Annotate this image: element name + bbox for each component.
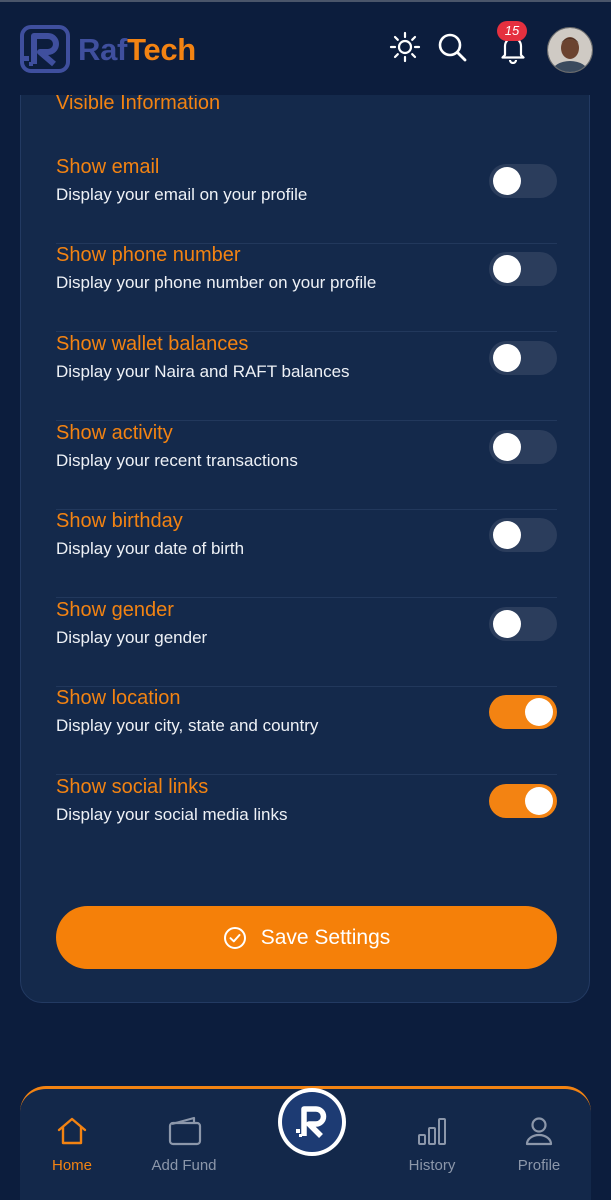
toggle-knob (493, 521, 521, 549)
app-header: RafTech 15 (0, 2, 611, 95)
toggle-knob (493, 167, 521, 195)
bottom-nav: Home Add Fund History Profile (20, 1086, 591, 1200)
setting-row-show-gender: Show gender Display your gender (56, 597, 557, 687)
setting-description: Display your phone number on your profil… (56, 273, 377, 292)
setting-title: Show birthday (56, 510, 183, 532)
setting-description: Display your recent transactions (56, 451, 298, 470)
toggle-knob (493, 344, 521, 372)
toggle-show-social-links[interactable] (489, 784, 557, 818)
setting-title: Show email (56, 156, 160, 178)
toggle-show-location[interactable] (489, 695, 557, 729)
home-icon (57, 1117, 87, 1145)
avatar-image (548, 28, 592, 72)
nav-label: Add Fund (151, 1157, 217, 1174)
setting-title: Show activity (56, 422, 173, 444)
setting-description: Display your Naira and RAFT balances (56, 362, 350, 381)
search-icon[interactable] (436, 31, 468, 63)
setting-description: Display your date of birth (56, 539, 245, 558)
save-settings-label: Save Settings (260, 925, 391, 949)
setting-row-show-social-links: Show social links Display your social me… (56, 774, 557, 863)
toggle-show-activity[interactable] (489, 430, 557, 464)
toggle-knob (493, 255, 521, 283)
setting-title: Show wallet balances (56, 333, 249, 355)
nav-item-add-fund[interactable]: Add Fund (139, 1105, 229, 1185)
logo-mark-icon (20, 25, 70, 73)
settings-card: Visible Information Show email Display y… (20, 30, 590, 1003)
brand-name-part2: Tech (127, 32, 196, 67)
toggle-show-phone-number[interactable] (489, 252, 557, 286)
nav-item-history[interactable]: History (387, 1105, 477, 1185)
toggle-show-birthday[interactable] (489, 518, 557, 552)
setting-row-show-phone-number: Show phone number Display your phone num… (56, 242, 557, 332)
setting-description: Display your gender (56, 628, 208, 647)
setting-row-show-activity: Show activity Display your recent transa… (56, 420, 557, 510)
nav-label: History (408, 1157, 456, 1174)
toggle-show-email[interactable] (489, 164, 557, 198)
toggle-show-gender[interactable] (489, 607, 557, 641)
nav-label: Profile (517, 1157, 561, 1174)
setting-row-show-wallet-balances: Show wallet balances Display your Naira … (56, 331, 557, 421)
setting-row-show-email: Show email Display your email on your pr… (56, 154, 557, 244)
setting-title: Show phone number (56, 244, 241, 266)
setting-description: Display your social media links (56, 805, 288, 824)
brand-name: RafTech (78, 32, 196, 68)
setting-title: Show gender (56, 599, 174, 621)
center-action-inner (282, 1092, 342, 1152)
setting-description: Display your email on your profile (56, 185, 308, 204)
setting-description: Display your city, state and country (56, 716, 319, 735)
user-icon (525, 1117, 553, 1146)
notification-badge: 15 (497, 21, 527, 41)
setting-title: Show location (56, 687, 181, 709)
check-circle-icon (223, 926, 246, 949)
section-title: Visible Information (56, 92, 221, 114)
wallet-icon (168, 1116, 202, 1146)
toggle-knob (525, 787, 553, 815)
sun-icon[interactable] (389, 31, 421, 63)
brand-name-part1: Raf (78, 32, 128, 67)
setting-title: Show social links (56, 776, 209, 798)
bar-chart-icon (418, 1118, 446, 1145)
avatar[interactable] (547, 27, 593, 73)
toggle-knob (493, 433, 521, 461)
setting-row-show-location: Show location Display your city, state a… (56, 685, 557, 775)
toggle-show-wallet-balances[interactable] (489, 341, 557, 375)
toggle-knob (493, 610, 521, 638)
toggle-knob (525, 698, 553, 726)
save-settings-button[interactable]: Save Settings (56, 906, 557, 969)
setting-row-show-birthday: Show birthday Display your date of birth (56, 508, 557, 598)
logo-r-icon (296, 1106, 327, 1138)
raftech-logo[interactable]: RafTech (20, 24, 210, 76)
nav-item-home[interactable]: Home (27, 1105, 117, 1185)
center-action-button[interactable] (278, 1088, 346, 1156)
nav-label: Home (51, 1157, 92, 1174)
nav-item-profile[interactable]: Profile (494, 1105, 584, 1185)
